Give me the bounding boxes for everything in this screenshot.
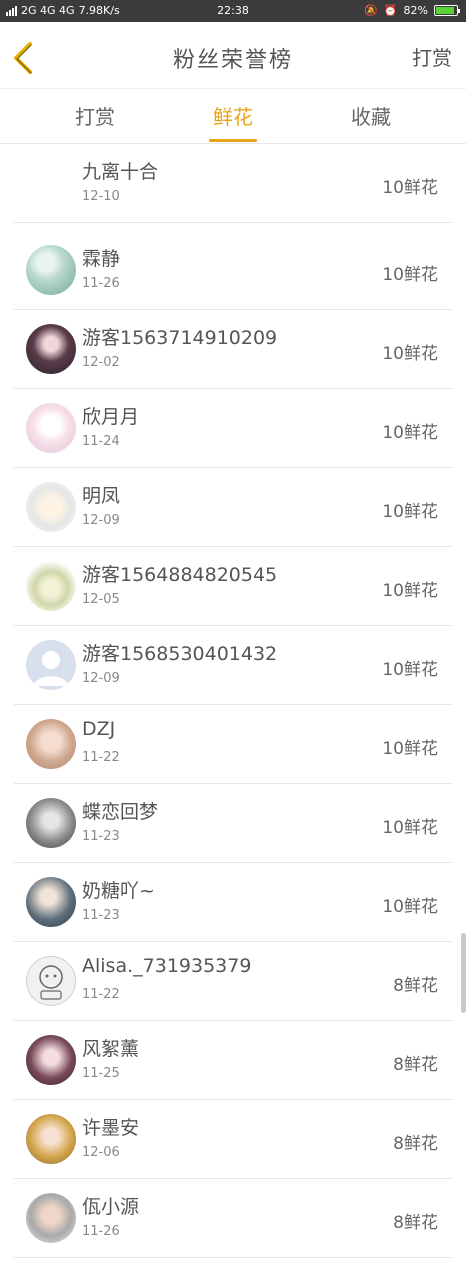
tab-favorites[interactable]: 收藏 [331, 101, 411, 130]
user-name: 游客1564884820545 [82, 564, 278, 586]
flower-count: 10鲜花 [382, 660, 438, 680]
flower-count: 10鲜花 [382, 818, 438, 838]
scrollbar-thumb[interactable] [461, 933, 466, 1013]
flower-count: 10鲜花 [382, 581, 438, 601]
user-name: 游客1568530401432 [82, 643, 278, 665]
tab-tip[interactable]: 打赏 [55, 101, 135, 130]
user-date: 11-22 [82, 750, 120, 765]
user-name: 风絮薰 [82, 1038, 140, 1060]
list-item[interactable]: 游客1563714910209 12-02 10鲜花 [14, 309, 452, 389]
flower-count: 10鲜花 [382, 423, 438, 443]
user-date: 11-26 [82, 1224, 120, 1239]
flower-count: 10鲜花 [382, 897, 438, 917]
list-item[interactable]: 欣月月 11-24 10鲜花 [14, 388, 452, 468]
flower-count: 10鲜花 [382, 344, 438, 364]
list-item[interactable]: DZJ 11-22 10鲜花 [14, 704, 452, 784]
tab-bar: 打赏 鲜花 收藏 [0, 88, 466, 144]
user-date: 11-24 [82, 434, 120, 449]
battery-icon [434, 5, 460, 16]
app-header: 粉丝荣誉榜 打赏 [0, 22, 466, 88]
avatar[interactable] [26, 1035, 76, 1085]
list-item[interactable]: Alisa._731935379 11-22 8鲜花 [14, 941, 452, 1021]
user-name: DZJ [82, 718, 116, 740]
avatar[interactable] [26, 1114, 76, 1164]
user-name: 明凤 [82, 485, 121, 507]
avatar[interactable] [26, 877, 76, 927]
user-name: 游客1563714910209 [82, 327, 278, 349]
avatar[interactable] [26, 561, 76, 611]
flower-count: 10鲜花 [382, 502, 438, 522]
battery-percent: 82% [403, 4, 428, 17]
list-item[interactable]: 游客1568530401432 12-09 10鲜花 [14, 625, 452, 705]
status-right: 🔕 ⏰ 82% [364, 4, 460, 17]
flower-count: 10鲜花 [382, 739, 438, 759]
sketch-avatar-icon [39, 965, 63, 1000]
user-date: 11-23 [82, 908, 120, 923]
user-date: 12-09 [82, 513, 120, 528]
list-item[interactable]: 蝶恋回梦 11-23 10鲜花 [14, 783, 452, 863]
mute-icon: 🔕 [364, 4, 378, 17]
user-name: Alisa._731935379 [82, 955, 252, 977]
tip-button[interactable]: 打赏 [412, 42, 452, 71]
user-date: 12-09 [82, 671, 120, 686]
user-date: 12-05 [82, 592, 120, 607]
avatar[interactable] [26, 482, 76, 532]
status-bar: 2G 4G 4G 7.98K/s 22:38 🔕 ⏰ 82% [0, 0, 466, 22]
user-date: 11-23 [82, 829, 120, 844]
user-date: 11-26 [82, 276, 120, 291]
user-name: 欣月月 [82, 406, 140, 428]
user-name: 九离十合 [82, 161, 159, 183]
flower-count: 8鲜花 [393, 976, 438, 996]
user-name: 奶糖吖~ [82, 880, 155, 902]
list-item[interactable]: 明凤 12-09 10鲜花 [14, 467, 452, 547]
avatar[interactable] [26, 1193, 76, 1243]
list-item[interactable]: 游客1564884820545 12-05 10鲜花 [14, 546, 452, 626]
user-name: 蝶恋回梦 [82, 801, 159, 823]
list-item[interactable]: 九离十合 12-10 10鲜花 [14, 143, 452, 223]
page-title: 粉丝荣誉榜 [172, 48, 293, 73]
fan-list: 九离十合 12-10 10鲜花 霖静 11-26 10鲜花 游客15637149… [0, 143, 466, 1280]
flower-count: 10鲜花 [382, 178, 438, 198]
list-item[interactable]: 许墨安 12-06 8鲜花 [14, 1099, 452, 1179]
user-date: 12-02 [82, 355, 120, 370]
user-name: 佤小源 [82, 1196, 140, 1218]
list-item[interactable]: 风絮薰 11-25 8鲜花 [14, 1020, 452, 1100]
flower-count: 8鲜花 [393, 1055, 438, 1075]
user-date: 11-22 [82, 987, 120, 1002]
default-avatar-icon [34, 651, 68, 686]
avatar[interactable] [26, 403, 76, 453]
flower-count: 8鲜花 [393, 1134, 438, 1154]
alarm-icon: ⏰ [383, 4, 398, 17]
user-date: 12-06 [82, 1145, 120, 1160]
avatar[interactable] [26, 798, 76, 848]
avatar[interactable] [26, 324, 76, 374]
list-item[interactable]: 奶糖吖~ 11-23 10鲜花 [14, 862, 452, 942]
avatar[interactable] [26, 640, 76, 690]
tab-flowers[interactable]: 鲜花 [193, 101, 273, 142]
avatar[interactable] [26, 245, 76, 295]
list-item[interactable]: 霖静 11-26 10鲜花 [14, 230, 452, 310]
flower-count: 10鲜花 [382, 265, 438, 285]
avatar[interactable] [26, 719, 76, 769]
user-date: 11-25 [82, 1066, 120, 1081]
flower-count: 8鲜花 [393, 1213, 438, 1233]
user-date: 12-10 [82, 189, 120, 204]
user-name: 霖静 [82, 248, 121, 270]
list-item[interactable]: 佤小源 11-26 8鲜花 [14, 1178, 452, 1258]
user-name: 许墨安 [82, 1117, 140, 1139]
avatar[interactable] [26, 956, 76, 1006]
